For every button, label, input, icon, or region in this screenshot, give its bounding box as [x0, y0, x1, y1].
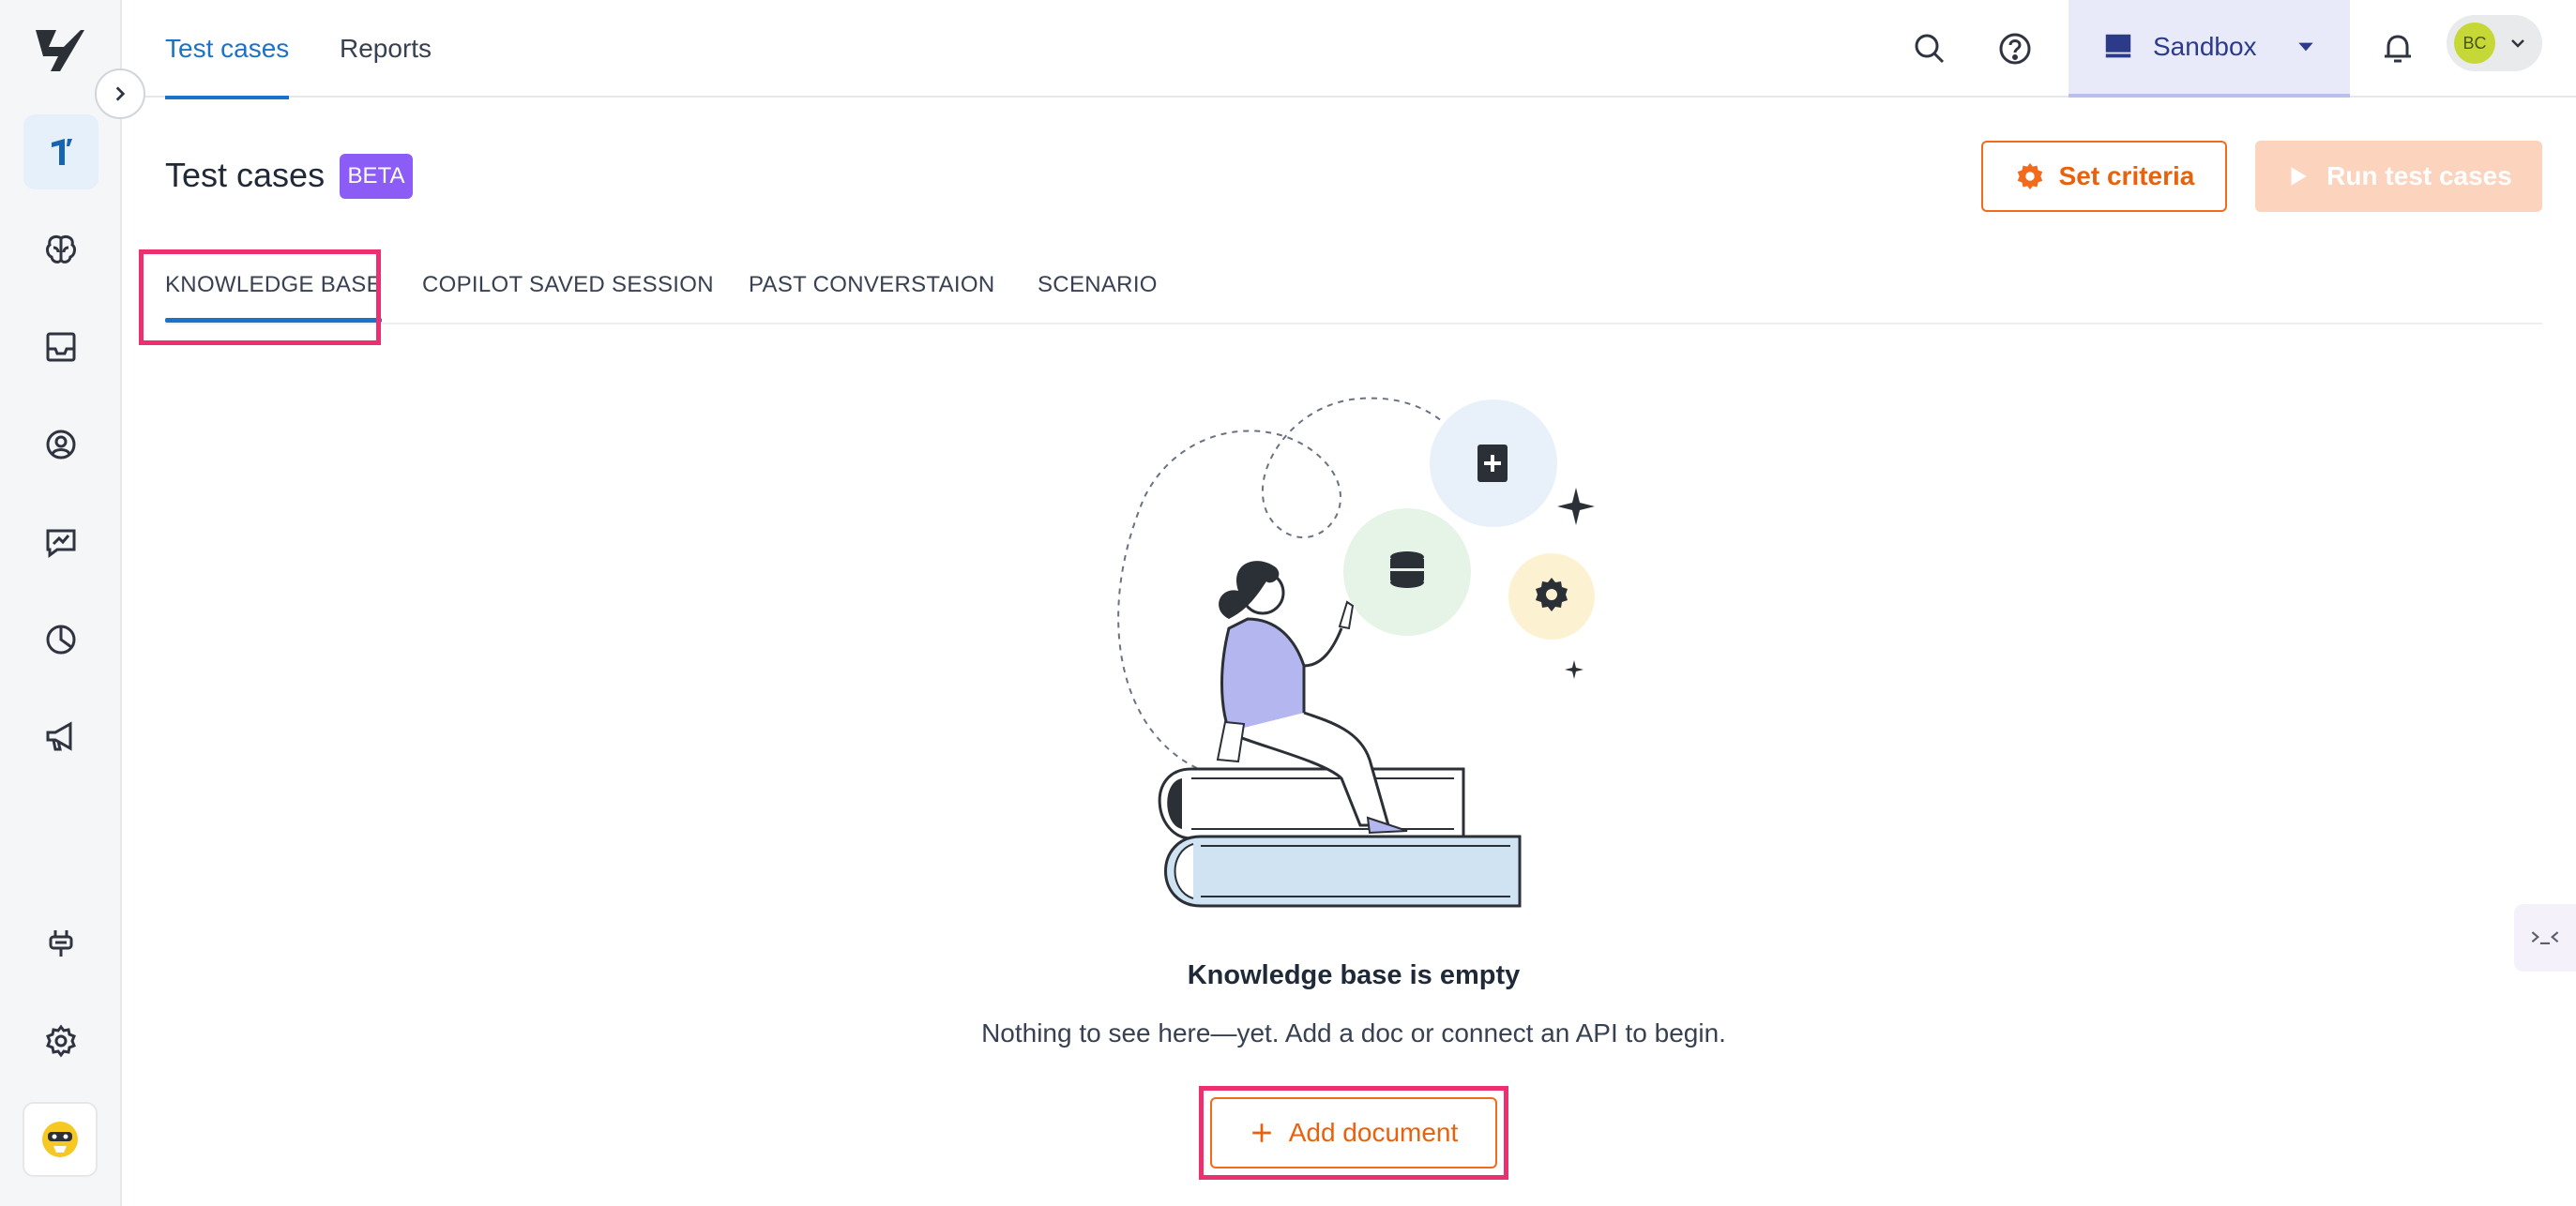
collapse-arrows-icon: [2531, 931, 2559, 945]
chevron-down-icon: [2511, 39, 2524, 48]
side-panel-toggle[interactable]: [2514, 904, 2576, 972]
sidebar-item-analytics[interactable]: [23, 505, 98, 580]
run-test-cases-label: Run test cases: [2326, 161, 2512, 190]
sidebar-item-inbox[interactable]: [23, 309, 98, 384]
bot-one-icon: [52, 139, 72, 165]
search-icon: [1915, 34, 1945, 64]
chevron-right-icon: [115, 86, 126, 101]
content-tabs: KNOWLEDGE BASE COPILOT SAVED SESSION PAS…: [165, 246, 2542, 324]
tab-past-conversation[interactable]: PAST CONVERSTAION: [749, 246, 994, 324]
tab-test-cases[interactable]: Test cases: [165, 0, 290, 99]
set-criteria-button[interactable]: Set criteria: [1981, 141, 2227, 212]
help-icon: [1999, 33, 2031, 65]
help-button[interactable]: [1987, 21, 2043, 77]
workspace-switcher[interactable]: Sandbox: [2068, 0, 2350, 98]
avatar: BC: [2454, 23, 2495, 64]
brain-icon: [46, 234, 76, 264]
assistant-launcher[interactable]: [23, 1102, 98, 1177]
set-criteria-label: Set criteria: [2058, 161, 2195, 190]
campaign-icon: [46, 721, 72, 751]
highlight-add-document: [1199, 1086, 1508, 1180]
play-icon: [2291, 167, 2307, 186]
highlight-knowledge-base-tab: [139, 249, 381, 345]
integrations-icon: [49, 930, 73, 957]
user-menu[interactable]: BC: [2447, 15, 2542, 71]
gear-icon: [2017, 162, 2042, 190]
empty-state-illustration: [1117, 397, 1595, 908]
page-title: Test cases: [165, 156, 326, 194]
sidebar-expand-button[interactable]: [95, 68, 145, 119]
sidebar-item-contacts[interactable]: [23, 407, 98, 482]
analytics-icon: [46, 529, 76, 558]
beta-badge: BETA: [340, 154, 413, 199]
tab-scenario[interactable]: SCENARIO: [1038, 246, 1158, 324]
bell-icon: [2385, 35, 2411, 63]
caret-down-icon: [2298, 42, 2313, 52]
sidebar-item-bot[interactable]: [23, 114, 98, 189]
inbox-icon: [46, 332, 76, 362]
search-button[interactable]: [1902, 21, 1958, 77]
notifications-button[interactable]: [2370, 21, 2426, 77]
tab-copilot-saved-session[interactable]: COPILOT SAVED SESSION: [422, 246, 714, 324]
workspace-board-icon: [2105, 34, 2131, 58]
sidebar-item-campaigns[interactable]: [23, 700, 98, 775]
contacts-icon: [46, 430, 76, 460]
workspace-name: Sandbox: [2153, 32, 2257, 61]
brand-logo-icon[interactable]: [32, 24, 88, 75]
sidebar-item-reports[interactable]: [23, 602, 98, 677]
run-test-cases-button[interactable]: Run test cases: [2255, 141, 2542, 212]
empty-state-title: Knowledge base is empty: [1187, 960, 1521, 990]
sidebar-item-brain[interactable]: [23, 212, 98, 287]
empty-state-subtitle: Nothing to see here—yet. Add a doc or co…: [981, 1018, 1726, 1048]
reports-pie-icon: [46, 625, 76, 655]
tab-reports[interactable]: Reports: [340, 0, 432, 98]
assistant-bot-icon: [42, 1122, 78, 1157]
